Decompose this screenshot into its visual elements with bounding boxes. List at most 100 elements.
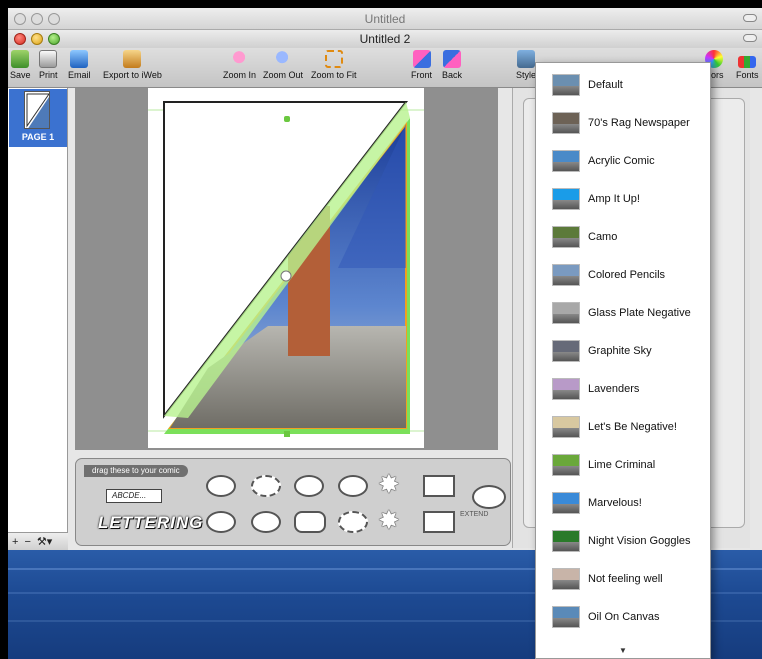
email-button[interactable]: Email (68, 50, 91, 80)
zoom-out-button[interactable]: Zoom Out (263, 50, 303, 80)
bottom-handle[interactable] (284, 431, 290, 437)
effect-label: Default (588, 79, 623, 91)
toolbar-toggle-button[interactable] (743, 34, 757, 42)
effect-menu-item[interactable]: Amp It Up! (536, 180, 710, 218)
effect-menu-item[interactable]: Default (536, 66, 710, 104)
effect-label: Glass Plate Negative (588, 307, 691, 319)
effect-label: Lime Criminal (588, 459, 656, 471)
iweb-icon (123, 50, 142, 68)
effect-menu-item[interactable]: Lavenders (536, 370, 710, 408)
save-button[interactable]: Save (10, 50, 31, 80)
effect-thumbnail (552, 264, 580, 286)
whisper-bubble-item[interactable] (251, 475, 281, 497)
rotate-handle[interactable] (280, 270, 292, 282)
toolbar-toggle-button[interactable] (743, 14, 757, 22)
effect-label: Marvelous! (588, 497, 642, 509)
print-button[interactable]: Print (39, 50, 58, 80)
shout-bubble-item[interactable]: ✸ (378, 471, 400, 497)
lettering-item[interactable]: LETTERING (98, 513, 203, 533)
effect-menu-item[interactable]: Acrylic Comic (536, 142, 710, 180)
effect-menu-item[interactable]: Marvelous! (536, 484, 710, 522)
effect-thumbnail (552, 416, 580, 438)
send-to-back-button[interactable]: Back (442, 50, 462, 80)
effect-thumbnail (552, 606, 580, 628)
comic-page[interactable] (148, 88, 424, 448)
back-icon (443, 50, 461, 68)
extend-bubble-item[interactable] (472, 485, 506, 509)
shout-bubble-item-2[interactable]: ✸ (378, 507, 400, 533)
whisper-bubble-item-2[interactable] (338, 511, 368, 533)
scroll-down-arrow-icon[interactable]: ▼ (536, 646, 710, 655)
effect-menu-item[interactable]: Camo (536, 218, 710, 256)
thought-bubble-item[interactable] (294, 475, 324, 497)
zoom-in-button[interactable]: Zoom In (223, 50, 256, 80)
effect-menu-item[interactable]: Oil On Canvas (536, 598, 710, 636)
effect-thumbnail (552, 340, 580, 362)
effect-menu-item[interactable]: Graphite Sky (536, 332, 710, 370)
effect-thumbnail (552, 226, 580, 248)
speech-bubble-item[interactable] (206, 475, 236, 497)
caption-box-item-2[interactable] (423, 511, 455, 533)
effect-label: Not feeling well (588, 573, 663, 585)
speech-bubble-item-3[interactable] (206, 511, 236, 533)
add-page-button[interactable]: + (12, 536, 18, 548)
extend-label: EXTEND (460, 511, 489, 518)
remove-page-button[interactable]: − (24, 536, 30, 548)
zoom-to-fit-button[interactable]: Zoom to Fit (311, 50, 357, 80)
page-controls: + − ⚒▾ (8, 532, 68, 550)
effect-label: Colored Pencils (588, 269, 666, 281)
zoom-in-icon (230, 50, 249, 68)
effect-label: Acrylic Comic (588, 155, 655, 167)
bring-to-front-button[interactable]: Front (411, 50, 432, 80)
photo-effects-menu[interactable]: Default 70's Rag Newspaper Acrylic Comic Am… (535, 62, 711, 659)
screen: Untitled Untitled 2 Save Print Email Exp… (0, 0, 762, 659)
effect-thumbnail (552, 568, 580, 590)
text-box-item[interactable]: ABCDE... (106, 489, 162, 503)
effect-label: Oil On Canvas (588, 611, 660, 623)
page-sidebar: PAGE 1 + − ⚒▾ (8, 88, 68, 550)
comic-canvas[interactable] (75, 88, 498, 450)
palette-header: drag these to your comic (84, 465, 188, 477)
page-thumbnail-art (26, 93, 49, 128)
effect-menu-item[interactable]: Let's Be Negative! (536, 408, 710, 446)
comic-panel-art[interactable] (148, 88, 424, 448)
background-window[interactable]: Untitled (8, 8, 762, 30)
effect-menu-item[interactable]: Not feeling well (536, 560, 710, 598)
fonts-button[interactable]: Fonts (736, 50, 759, 80)
window-title: Untitled (364, 12, 406, 26)
effect-thumbnail (552, 454, 580, 476)
effect-thumbnail (552, 492, 580, 514)
speech-bubble-item-4[interactable] (251, 511, 281, 533)
effect-thumbnail (552, 150, 580, 172)
effect-menu-item[interactable]: Colored Pencils (536, 256, 710, 294)
effect-thumbnail (552, 378, 580, 400)
page-thumbnail-image (24, 91, 50, 129)
rounded-bubble-item[interactable] (294, 511, 326, 533)
print-icon (39, 50, 58, 68)
page-action-menu[interactable]: ⚒▾ (37, 535, 52, 548)
effect-label: Graphite Sky (588, 345, 652, 357)
styles-button[interactable]: Style (516, 50, 536, 80)
page-label: PAGE 1 (21, 132, 55, 142)
effect-menu-item[interactable]: Night Vision Goggles (536, 522, 710, 560)
zoom-fit-icon (324, 50, 343, 68)
effect-thumbnail (552, 302, 580, 324)
save-icon (11, 50, 30, 68)
effect-menu-item[interactable]: Lime Criminal (536, 446, 710, 484)
top-handle[interactable] (284, 116, 290, 122)
email-icon (70, 50, 89, 68)
effect-menu-item[interactable]: Glass Plate Negative (536, 294, 710, 332)
caption-box-item[interactable] (423, 475, 455, 497)
effect-label: 70's Rag Newspaper (588, 117, 690, 129)
page-thumbnail[interactable]: PAGE 1 (9, 89, 67, 147)
window-title: Untitled 2 (359, 32, 411, 46)
effect-label: Lavenders (588, 383, 640, 395)
speech-bubble-item-2[interactable] (338, 475, 368, 497)
front-icon (412, 50, 431, 68)
effect-menu-item[interactable]: 70's Rag Newspaper (536, 104, 710, 142)
export-to-iweb-button[interactable]: Export to iWeb (103, 50, 162, 80)
zoom-out-icon (274, 50, 292, 68)
styles-icon (517, 50, 535, 68)
effect-thumbnail (552, 188, 580, 210)
effect-thumbnail (552, 112, 580, 134)
